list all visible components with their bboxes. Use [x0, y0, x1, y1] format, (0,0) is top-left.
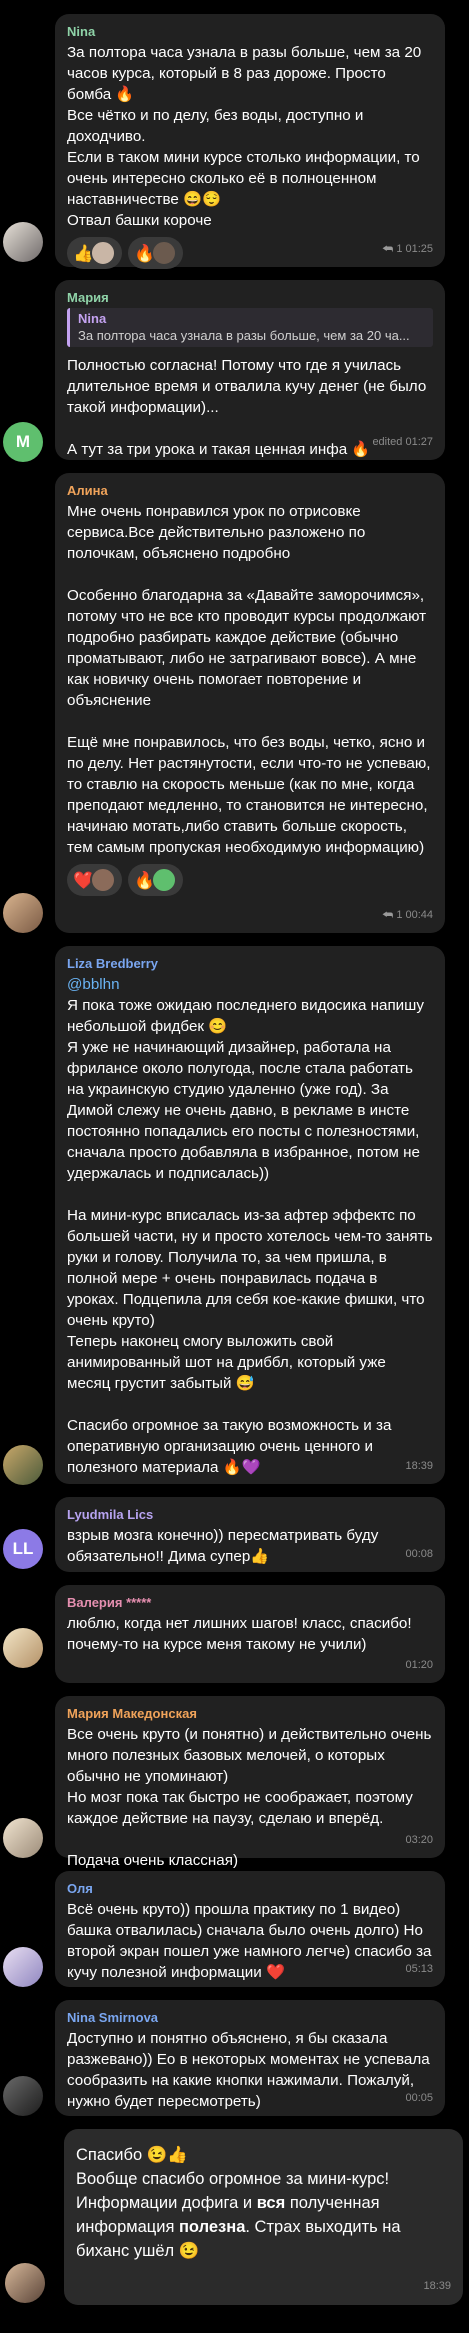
message-text: Мне очень понравился урок по отрисовке с…	[67, 503, 431, 856]
avatar[interactable]	[3, 1947, 43, 1987]
avatar[interactable]	[3, 222, 43, 262]
message-bubble[interactable]: Оля Всё очень круто)) прошла практику по…	[55, 1871, 445, 1987]
avatar[interactable]: M	[3, 422, 43, 462]
author-name[interactable]: Оля	[67, 1880, 433, 1897]
reply-text: За полтора часа узнала в разы больше, че…	[78, 328, 410, 343]
avatar-letter: M	[15, 432, 31, 451]
message-bubble[interactable]: Lyudmila Lics взрыв мозга конечно)) пере…	[55, 1497, 445, 1572]
reply-count[interactable]: 1	[396, 905, 402, 926]
message-time: 01:20	[405, 1659, 433, 1671]
author-name[interactable]: Валерия *****	[67, 1594, 433, 1611]
message-meta: ⮪ 1 00:44	[382, 905, 433, 926]
message-time: 00:05	[405, 2092, 433, 2104]
message-meta: 05:13	[405, 1959, 433, 1980]
reaction-fire[interactable]: 🔥	[128, 864, 184, 896]
avatar[interactable]: LL	[3, 1529, 43, 1569]
message-time: 01:25	[405, 243, 433, 255]
message-meta: 18:39	[423, 2274, 451, 2298]
reply-count[interactable]: 1	[396, 239, 402, 260]
reaction-heart[interactable]: ❤️	[67, 864, 123, 896]
bold-text: полезна	[178, 2218, 246, 2236]
reply-author: Nina	[78, 311, 107, 326]
avatar[interactable]	[3, 2076, 43, 2116]
message-bubble[interactable]: Liza Bredberry @bblhn Я пока тоже ожидаю…	[55, 946, 445, 1484]
reply-arrow-icon: ⮪	[382, 242, 394, 256]
avatar	[90, 240, 117, 266]
message-text: Доступно и понятно объяснено, я бы сказа…	[67, 2030, 434, 2110]
bold-text: вся	[256, 2194, 286, 2212]
message-bubble[interactable]: Спасибо 😉👍 Вообще спасибо огромное за ми…	[64, 2129, 463, 2305]
author-name[interactable]: Lyudmila Lics	[67, 1506, 433, 1523]
message-time: 03:20	[405, 1834, 433, 1846]
author-name[interactable]: Мария Македонская	[67, 1705, 433, 1722]
message-meta: edited 01:27	[372, 432, 433, 453]
message-text: За полтора часа узнала в разы больше, че…	[67, 44, 422, 229]
message-text: Спасибо 😉👍 Вообще спасибо огромное за ми…	[76, 2143, 451, 2263]
author-name[interactable]: Liza Bredberry	[67, 955, 433, 972]
message-bubble[interactable]: Алина Мне очень понравился урок по отрис…	[55, 473, 445, 933]
message-time: 00:44	[405, 909, 433, 921]
message-text: люблю, когда нет лишних шагов! класс, сп…	[67, 1615, 416, 1653]
reply-quote[interactable]: Nina За полтора часа узнала в разы больш…	[67, 308, 433, 347]
author-name[interactable]: Мария	[67, 289, 433, 306]
author-name[interactable]: Nina Smirnova	[67, 2009, 433, 2026]
message-meta: 03:20	[405, 1830, 433, 1851]
avatar[interactable]	[5, 2263, 45, 2303]
message-meta: ⮪ 1 01:25	[382, 239, 433, 260]
avatar[interactable]	[3, 1445, 43, 1485]
reaction-thumbs-up[interactable]: 👍	[67, 237, 123, 269]
message-time: 00:08	[405, 1548, 433, 1560]
message-text: взрыв мозга конечно)) пересматривать буд…	[67, 1527, 383, 1565]
reactions: ❤️ 🔥	[67, 864, 433, 896]
reaction-fire[interactable]: 🔥	[128, 237, 184, 269]
message-bubble[interactable]: Мария Nina За полтора часа узнала в разы…	[55, 280, 445, 460]
reply-arrow-icon: ⮪	[382, 908, 394, 922]
message-text: Все очень круто (и понятно) и действител…	[67, 1726, 432, 1869]
avatar	[90, 867, 117, 893]
message-meta: 01:20	[405, 1655, 433, 1676]
message-time: 18:39	[405, 1460, 433, 1472]
message-time: edited 01:27	[372, 436, 433, 448]
avatar	[151, 867, 178, 893]
message-meta: 00:08	[405, 1544, 433, 1565]
avatar[interactable]	[3, 1628, 43, 1668]
avatar[interactable]	[3, 1818, 43, 1858]
message-bubble[interactable]: Валерия ***** люблю, когда нет лишних ша…	[55, 1585, 445, 1683]
message-bubble[interactable]: Nina За полтора часа узнала в разы больш…	[55, 14, 445, 269]
message-meta: 00:05	[405, 2088, 433, 2109]
author-name[interactable]: Алина	[67, 482, 433, 499]
message-text: Я пока тоже ожидаю последнего видосика н…	[67, 997, 433, 1476]
avatar[interactable]	[3, 893, 43, 933]
message-bubble[interactable]: Мария Македонская Все очень круто (и пон…	[55, 1696, 445, 1869]
mention-link[interactable]: @bblhn	[67, 974, 433, 995]
message-meta: 18:39	[405, 1456, 433, 1477]
message-time: 05:13	[405, 1963, 433, 1975]
message-bubble[interactable]: Nina Smirnova Доступно и понятно объясне…	[55, 2000, 445, 2116]
reactions: 👍 🔥	[67, 237, 433, 269]
avatar-initials: LL	[12, 1539, 34, 1558]
message-time: 18:39	[423, 2280, 451, 2292]
avatar	[151, 240, 178, 266]
message-text: Всё очень круто)) прошла практику по 1 в…	[67, 1901, 436, 1981]
author-name[interactable]: Nina	[67, 23, 433, 40]
